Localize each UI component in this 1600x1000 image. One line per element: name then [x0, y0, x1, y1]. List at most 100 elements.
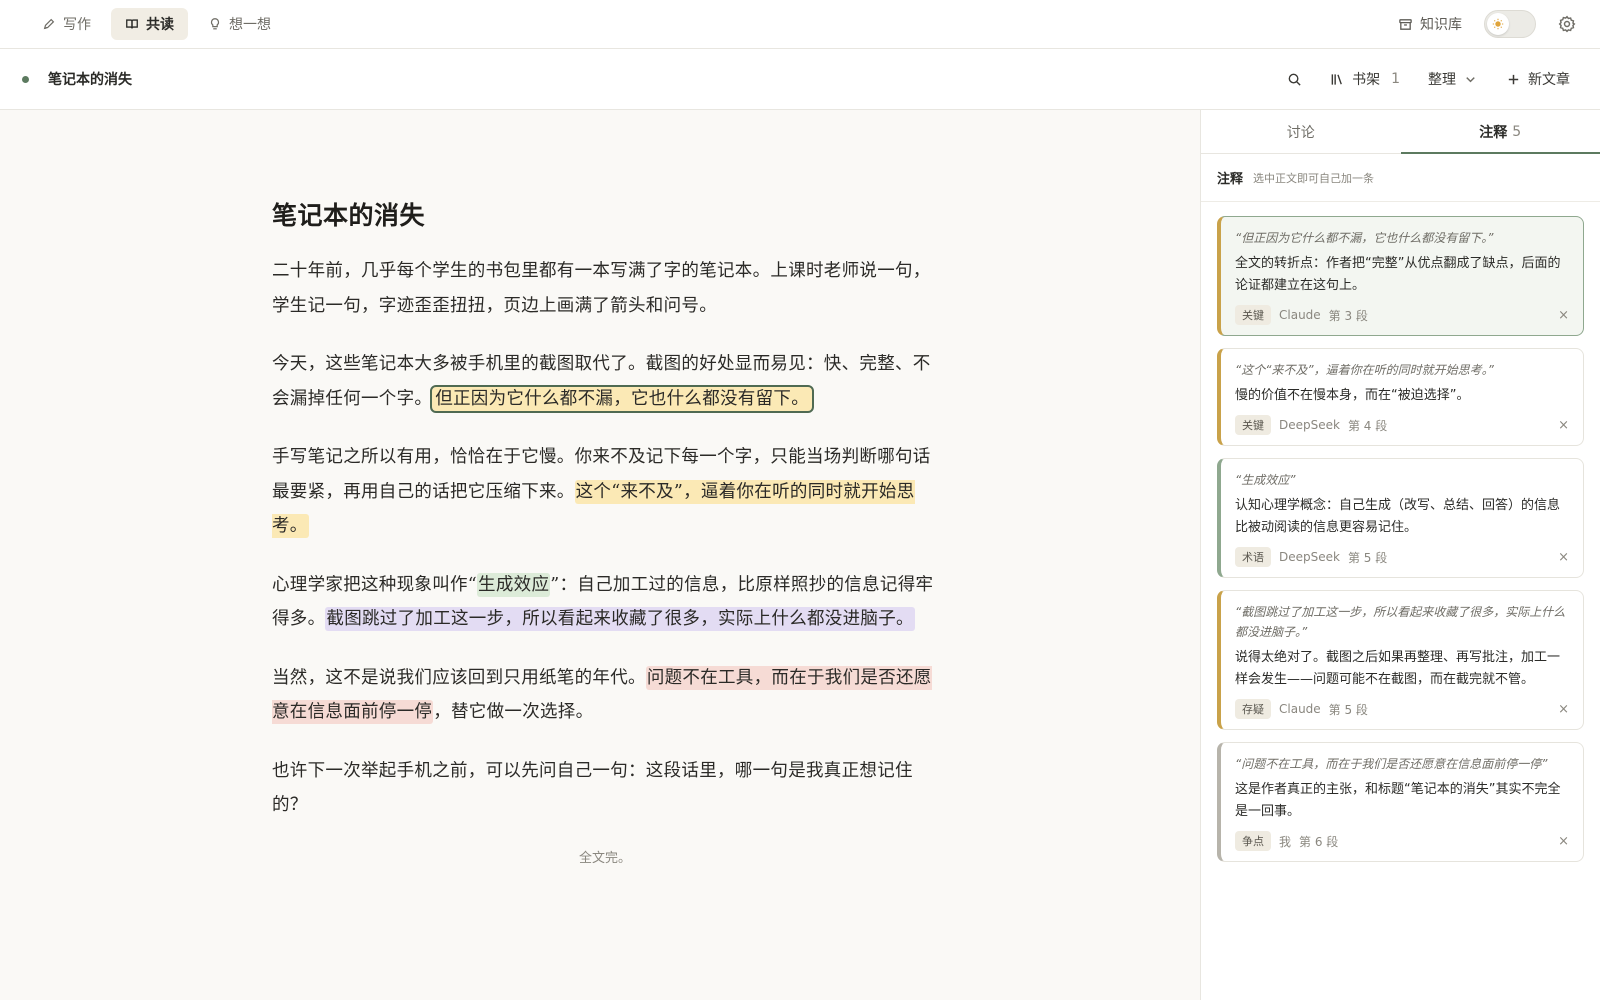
tab-write[interactable]: 写作 [28, 8, 105, 40]
organize-dropdown[interactable]: 整理 [1428, 69, 1478, 89]
annotation-author: Claude [1279, 702, 1321, 716]
organize-label: 整理 [1428, 72, 1456, 88]
annotations-title: 注释 [1217, 172, 1244, 187]
annotation-author: 我 [1279, 834, 1292, 849]
paragraph-5-text-a: 当然，这不是说我们应该回到只用纸笔的年代。 [272, 667, 646, 688]
lightbulb-icon [210, 18, 220, 30]
document-status-dot [22, 75, 29, 83]
archive-icon [1399, 18, 1412, 30]
annotation-meta: 关键 Claude 第 3 段 [1235, 305, 1569, 325]
annotation-body: 说得太绝对了。截图之后如果再整理、再写批注，加工一样会发生——问题可能不在截图，… [1235, 650, 1561, 687]
theme-toggle[interactable] [1484, 10, 1536, 38]
knowledge-base-button[interactable]: 知识库 [1398, 14, 1462, 34]
annotation-paragraph: 第 5 段 [1347, 550, 1388, 565]
tab-think[interactable]: 想一想 [194, 8, 285, 40]
document-title: 笔记本的消失 [48, 72, 132, 88]
reading-pane: 笔记本的消失 二十年前，几乎每个学生的书包里都有一本写满了字的笔记本。上课时老师… [0, 110, 1200, 1000]
bookshelf-icon [1331, 73, 1342, 85]
tab-write-label: 写作 [63, 17, 91, 33]
search-icon[interactable] [1287, 72, 1302, 87]
topbar-actions: 知识库 [1398, 10, 1576, 38]
annotation-card[interactable]: “但正因为它什么都不漏，它也什么都没有留下。” 全文的转折点：作者把“完整”从优… [1217, 216, 1584, 336]
close-icon[interactable]: × [1558, 418, 1569, 433]
theme-toggle-knob [1487, 13, 1509, 35]
new-article-label: 新文章 [1528, 72, 1570, 88]
article-title: 笔记本的消失 [272, 201, 426, 230]
annotation-quote: “但正因为它什么都不漏，它也什么都没有留下。” [1235, 231, 1494, 245]
document-bar: 笔记本的消失 书架 1 整理 新文章 [0, 49, 1600, 110]
annotation-tag: 争点 [1235, 831, 1271, 851]
annotations-header: 注释 选中正文即可自己加一条 [1201, 154, 1600, 202]
bookshelf-label: 书架 [1352, 72, 1381, 88]
new-article-button[interactable]: 新文章 [1506, 69, 1570, 89]
tab-annotations[interactable]: 注释 5 [1400, 110, 1600, 154]
bookshelf-count: 1 [1391, 71, 1400, 87]
panel-tabs: 讨论 注释 5 [1201, 110, 1600, 154]
plus-icon [1508, 74, 1519, 84]
paragraph-6: 也许下一次举起手机之前，可以先问自己一句：这段话里，哪一句是我真正想记住的？ [272, 760, 913, 816]
paragraph-3: 手写笔记之所以有用，恰恰在于它慢。你来不及记下每一个字，只能当场判断哪句话最要紧… [272, 440, 938, 544]
close-icon[interactable]: × [1558, 834, 1569, 849]
close-icon[interactable]: × [1558, 550, 1569, 565]
annotation-card[interactable]: “问题不在工具，而在于我们是否还愿意在信息面前停一停” 这是作者真正的主张，和标… [1217, 742, 1584, 862]
knowledge-base-label: 知识库 [1420, 17, 1462, 33]
close-icon[interactable]: × [1558, 308, 1569, 323]
annotation-panel: 讨论 注释 5 注释 选中正文即可自己加一条 “但正因为它什么都不漏，它也什么都… [1200, 110, 1600, 1000]
annotations-hint: 选中正文即可自己加一条 [1253, 171, 1375, 185]
tab-discussion-label: 讨论 [1286, 124, 1315, 141]
paragraph-4: 心理学家把这种现象叫作“生成效应”：自己加工过的信息，比原样照抄的信息记得牢得多… [272, 568, 938, 637]
annotation-meta: 存疑 Claude 第 5 段 [1235, 699, 1569, 719]
paragraph-1: 二十年前，几乎每个学生的书包里都有一本写满了字的笔记本。上课时老师说一句，学生记… [272, 261, 931, 316]
tab-annotations-label: 注释 [1479, 124, 1508, 141]
tab-discussion[interactable]: 讨论 [1201, 110, 1401, 153]
annotation-meta: 术语 DeepSeek 第 5 段 [1235, 547, 1569, 567]
gear-icon[interactable] [1558, 15, 1576, 33]
chevron-down-icon [1466, 76, 1475, 82]
close-icon[interactable]: × [1558, 702, 1569, 717]
annotation-body: 全文的转折点：作者把“完整”从优点翻成了缺点，后面的论证都建立在这句上。 [1235, 256, 1561, 293]
paragraph-2: 今天，这些笔记本大多被手机里的截图取代了。截图的好处显而易见：快、完整、不会漏掉… [272, 347, 938, 416]
highlight-key-selected[interactable]: 但正因为它什么都不漏，它也什么都没有留下。 [430, 384, 815, 413]
article-end-marker: 全文完。 [578, 850, 631, 866]
article: 笔记本的消失 二十年前，几乎每个学生的书包里都有一本写满了字的笔记本。上课时老师… [272, 196, 938, 866]
annotation-author: Claude [1279, 308, 1321, 322]
document-actions: 书架 1 整理 新文章 [1287, 69, 1570, 89]
annotation-tag: 关键 [1235, 305, 1271, 325]
annotation-card[interactable]: “截图跳过了加工这一步，所以看起来收藏了很多，实际上什么都没进脑子。” 说得太绝… [1217, 590, 1584, 730]
annotation-quote: “截图跳过了加工这一步，所以看起来收藏了很多，实际上什么都没进脑子。” [1235, 605, 1566, 639]
annotation-author: DeepSeek [1279, 418, 1340, 432]
highlight-doubt[interactable]: 截图跳过了加工这一步，所以看起来收藏了很多，实际上什么都没进脑子。 [325, 607, 915, 631]
annotation-quote: “问题不在工具，而在于我们是否还愿意在信息面前停一停” [1235, 757, 1548, 771]
sun-icon [1492, 18, 1504, 30]
book-open-icon [126, 19, 138, 29]
annotation-tag: 术语 [1235, 547, 1271, 567]
paragraph-5: 当然，这不是说我们应该回到只用纸笔的年代。问题不在工具，而在于我们是否还愿意在信… [272, 661, 938, 730]
tab-annotations-count: 5 [1512, 123, 1522, 140]
annotation-quote: “这个“来不及”，逼着你在听的同时就开始思考。” [1235, 363, 1494, 377]
annotation-meta: 关键 DeepSeek 第 4 段 [1235, 415, 1569, 435]
annotation-paragraph: 第 5 段 [1328, 702, 1368, 717]
annotation-meta: 争点 我 第 6 段 [1235, 831, 1569, 851]
paragraph-5-text-b: ，替它做一次选择。 [433, 702, 594, 722]
annotation-card[interactable]: “生成效应” 认知心理学概念：自己生成（改写、总结、回答）的信息比被动阅读的信息… [1217, 458, 1584, 578]
annotation-list: “但正因为它什么都不漏，它也什么都没有留下。” 全文的转折点：作者把“完整”从优… [1201, 202, 1600, 862]
annotation-tag: 存疑 [1235, 699, 1271, 719]
annotation-body: 认知心理学概念：自己生成（改写、总结、回答）的信息比被动阅读的信息更容易记住。 [1235, 498, 1561, 535]
mode-tabs: 写作 共读 想一想 [28, 8, 285, 40]
annotation-paragraph: 第 3 段 [1328, 308, 1368, 323]
pen-icon [43, 18, 55, 30]
highlight-term[interactable]: 生成效应 [477, 572, 551, 597]
tab-think-label: 想一想 [229, 17, 271, 33]
tab-read-together-label: 共读 [146, 17, 174, 33]
annotation-paragraph: 第 4 段 [1347, 418, 1388, 433]
bookshelf-button[interactable]: 书架 1 [1330, 69, 1400, 89]
annotation-card[interactable]: “这个“来不及”，逼着你在听的同时就开始思考。” 慢的价值不在慢本身，而在“被迫… [1217, 348, 1584, 446]
annotation-body: 慢的价值不在慢本身，而在“被迫选择”。 [1235, 388, 1470, 403]
top-bar: 写作 共读 想一想 知识库 [0, 0, 1600, 49]
annotation-paragraph: 第 6 段 [1299, 834, 1339, 849]
annotation-body: 这是作者真正的主张，和标题“笔记本的消失”其实不完全是一回事。 [1235, 782, 1561, 819]
paragraph-4-text-a: 心理学家把这种现象叫作“ [272, 574, 478, 595]
tab-read-together[interactable]: 共读 [111, 8, 188, 40]
annotation-quote: “生成效应” [1235, 473, 1296, 487]
annotation-tag: 关键 [1235, 415, 1271, 435]
